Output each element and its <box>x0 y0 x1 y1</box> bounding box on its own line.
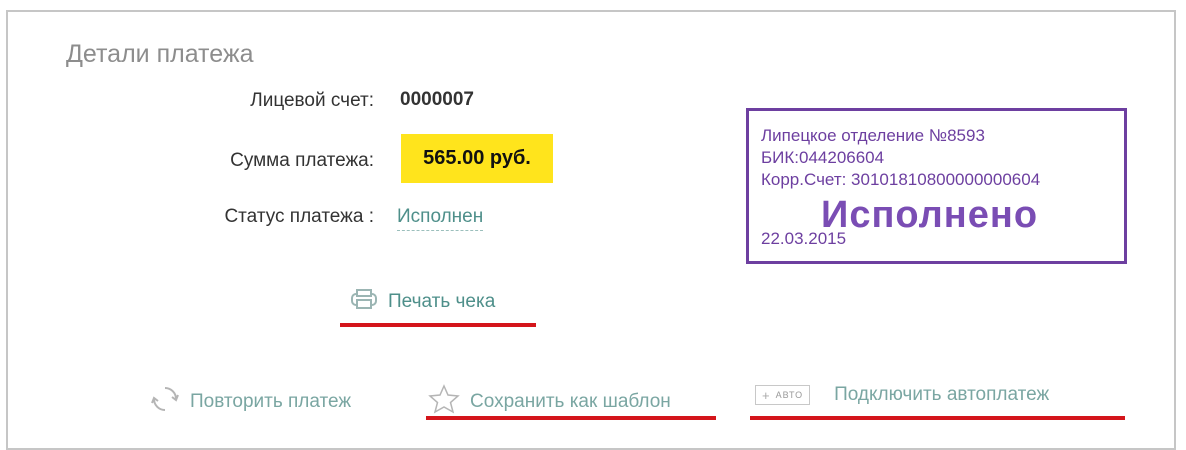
status-value[interactable]: Исполнен <box>397 206 484 231</box>
bank-stamp: Липецкое отделение №8593 БИК:044206604 К… <box>746 108 1127 264</box>
print-receipt-label: Печать чека <box>388 291 496 312</box>
repeat-payment-button[interactable]: Повторить платеж <box>150 384 351 420</box>
print-underline-marker <box>340 323 536 327</box>
star-icon <box>428 384 460 420</box>
amount-value: 565.00 руб. <box>423 147 531 169</box>
stamp-status: Исполнено <box>821 194 1039 236</box>
amount-highlight: 565.00 руб. <box>401 134 553 183</box>
autopay-underline-marker <box>750 416 1125 420</box>
account-label: Лицевой счет: <box>250 90 374 111</box>
save-template-label: Сохранить как шаблон <box>470 391 671 412</box>
refresh-icon <box>150 384 180 420</box>
plus-icon: + <box>762 387 771 403</box>
save-template-underline-marker <box>426 416 716 420</box>
page-title: Детали платежа <box>66 40 254 68</box>
save-template-button[interactable]: Сохранить как шаблон <box>428 384 671 420</box>
account-value: 0000007 <box>400 89 474 110</box>
auto-badge: + АВТО <box>755 385 811 405</box>
connect-autopay-label: Подключить автоплатеж <box>834 384 1050 405</box>
auto-badge-text: АВТО <box>775 390 804 400</box>
repeat-payment-label: Повторить платеж <box>190 391 352 412</box>
printer-icon <box>350 288 378 316</box>
stamp-date: 22.03.2015 <box>761 229 847 248</box>
stamp-corr-account: Корр.Счет: 30101810800000000604 <box>761 170 1041 189</box>
stamp-bank-branch: Липецкое отделение №8593 <box>761 126 985 145</box>
print-receipt-button[interactable]: Печать чека <box>350 288 495 316</box>
amount-label: Сумма платежа: <box>230 150 374 171</box>
connect-autopay-button[interactable]: + АВТО Подключить автоплатеж <box>755 384 1049 406</box>
status-label: Статус платежа : <box>224 206 374 227</box>
stamp-bik: БИК:044206604 <box>761 148 885 167</box>
